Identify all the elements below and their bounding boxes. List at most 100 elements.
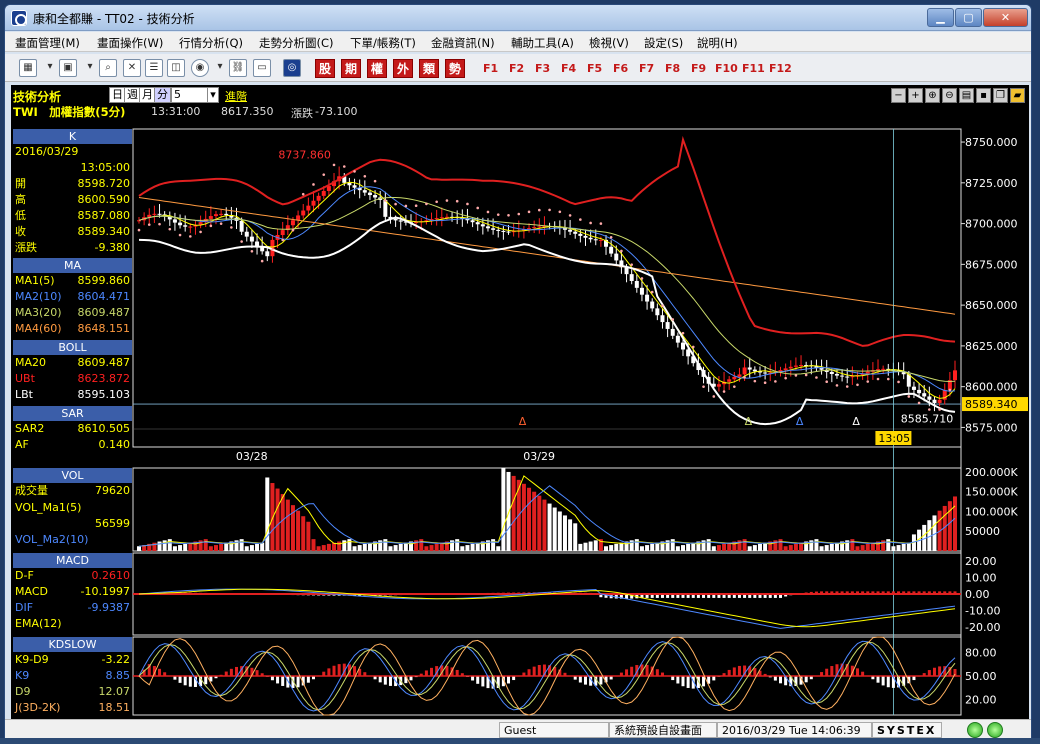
app-window: 康和全都賺 - TT02 - 技術分析 ▁ ▢ ✕ 畫面管理(M) 畫面操作(W…	[4, 4, 1032, 744]
sar-panel-title: SAR	[13, 406, 132, 421]
window-icon[interactable]: ▭	[253, 59, 271, 77]
dropdown-arrow-icon[interactable]: ▾	[41, 59, 59, 77]
trend-key-button[interactable]: 勢	[445, 59, 465, 78]
menu-view[interactable]: 檢視(V)	[589, 35, 629, 51]
foreign-key-button[interactable]: 外	[393, 59, 413, 78]
f7-key[interactable]: F7	[639, 62, 654, 75]
f3-key[interactable]: F3	[535, 62, 550, 75]
k-close-value: 8589.340	[77, 225, 131, 238]
candle-body	[675, 335, 680, 343]
ma3-label: MA3(20)	[15, 306, 62, 319]
sar2-row: SAR2 8610.505	[13, 421, 132, 437]
volume-bar	[172, 546, 177, 551]
ma3-row: MA3(20) 8609.487	[13, 305, 132, 321]
title-bar[interactable]: 康和全都賺 - TT02 - 技術分析 ▁ ▢ ✕	[5, 5, 1031, 31]
copy-icon[interactable]: ❐	[993, 88, 1008, 103]
volume-bar	[434, 543, 439, 551]
volume-bar	[219, 543, 224, 551]
options-key-button[interactable]: 權	[367, 59, 387, 78]
chevron-down-icon[interactable]: ▾	[207, 87, 219, 103]
menu-tools[interactable]: 輔助工具(A)	[511, 35, 574, 51]
menu-screen-ops[interactable]: 畫面操作(W)	[97, 35, 163, 51]
systex-logo-icon[interactable]: ◎	[283, 59, 301, 77]
search-icon[interactable]: ⌕	[99, 59, 117, 77]
tile-horizontal-icon[interactable]: ☰	[145, 59, 163, 77]
macd-axis-label: -10.00	[965, 604, 1000, 617]
sar-dot	[301, 192, 305, 196]
boll-lbt-value: 8595.103	[77, 388, 131, 401]
connection-status-icon	[967, 722, 983, 738]
menu-settings[interactable]: 設定(S)	[644, 35, 683, 51]
tile-vertical-icon[interactable]: ◫	[167, 59, 185, 77]
f5-key[interactable]: F5	[587, 62, 602, 75]
candle-body	[645, 294, 650, 302]
f2-key[interactable]: F2	[509, 62, 524, 75]
plus-icon[interactable]: +	[908, 88, 923, 103]
chat-icon[interactable]: ▤	[959, 88, 974, 103]
sar-dot	[886, 377, 890, 381]
sar-dot	[661, 304, 664, 308]
menu-help[interactable]: 說明(H)	[697, 35, 738, 51]
volume-bar	[362, 543, 367, 551]
price-axis-label: 8750.000	[965, 136, 1018, 149]
technical-chart-area[interactable]: 8750.000 8725.000 8700.000 8675.000 8650.000…	[11, 85, 1029, 719]
f8-key[interactable]: F8	[665, 62, 680, 75]
vol-label: 成交量	[15, 484, 48, 497]
futures-key-button[interactable]: 期	[341, 59, 361, 78]
folder-icon[interactable]: ▰	[1010, 88, 1025, 103]
stock-key-button[interactable]: 股	[315, 59, 335, 78]
close-button[interactable]: ✕	[983, 8, 1028, 27]
volume-bar	[167, 539, 172, 551]
kd-histogram-bar	[306, 676, 310, 683]
menu-quote-analysis[interactable]: 行情分析(Q)	[179, 35, 243, 51]
df-row: D-F 0.2610	[13, 568, 132, 584]
volume-bar	[850, 539, 855, 551]
maximize-button[interactable]: ▢	[955, 8, 982, 27]
kd-histogram-bar	[804, 676, 808, 683]
volume-bar	[855, 546, 860, 551]
sar-dot	[281, 238, 284, 242]
minus-icon[interactable]: −	[891, 88, 906, 103]
menu-order-account[interactable]: 下單/帳務(T)	[350, 35, 416, 51]
dropdown-arrow-icon[interactable]: ▾	[211, 59, 229, 77]
volume-bar	[757, 543, 762, 551]
menu-trend-chart[interactable]: 走勢分析圖(C)	[259, 35, 334, 51]
dif-value: -9.9387	[87, 601, 130, 614]
f9-key[interactable]: F9	[691, 62, 706, 75]
f10-key[interactable]: F10	[715, 62, 738, 75]
f12-key[interactable]: F12	[769, 62, 792, 75]
f4-key[interactable]: F4	[561, 62, 576, 75]
volume-bar	[650, 543, 655, 551]
panel-frame-vol	[132, 467, 962, 552]
vol-ma2-line	[138, 485, 956, 547]
minimize-button[interactable]: ▁	[927, 8, 954, 27]
kd-histogram-bar	[537, 665, 541, 676]
candle-body	[732, 376, 737, 380]
candle-body	[727, 379, 732, 382]
kd-histogram-bar	[676, 676, 680, 684]
menu-finance-info[interactable]: 金融資訊(N)	[431, 35, 495, 51]
f6-key[interactable]: F6	[613, 62, 628, 75]
last-price-label: 8589.340	[965, 398, 1018, 411]
category-key-button[interactable]: 類	[419, 59, 439, 78]
kd-histogram-bar	[655, 669, 659, 676]
monitor-icon[interactable]: ▣	[59, 59, 77, 77]
close-window-icon[interactable]: ✕	[123, 59, 141, 77]
f11-key[interactable]: F11	[742, 62, 765, 75]
save-icon[interactable]: ▪	[976, 88, 991, 103]
dropdown-arrow-icon[interactable]: ▾	[81, 59, 99, 77]
menu-screen-manage[interactable]: 畫面管理(M)	[15, 35, 80, 51]
zoom-out-icon[interactable]: ⊖	[942, 88, 957, 103]
zoom-in-icon[interactable]: ⊕	[925, 88, 940, 103]
screen-icon[interactable]: ▦	[19, 59, 37, 77]
ma1-value: 8599.860	[77, 274, 131, 287]
f1-key[interactable]: F1	[483, 62, 498, 75]
advanced-link[interactable]: 進階	[225, 88, 247, 104]
sar-dot	[466, 202, 469, 206]
ma4-line	[138, 197, 956, 315]
chart-canvas[interactable]: 8750.000 8725.000 8700.000 8675.000 8650.000…	[11, 85, 1029, 719]
globe-icon[interactable]: ◉	[191, 59, 209, 77]
link-icon[interactable]: ⛓	[229, 59, 247, 77]
period-minute-tab[interactable]: 分	[154, 87, 171, 103]
k9-label: K9	[15, 669, 30, 682]
